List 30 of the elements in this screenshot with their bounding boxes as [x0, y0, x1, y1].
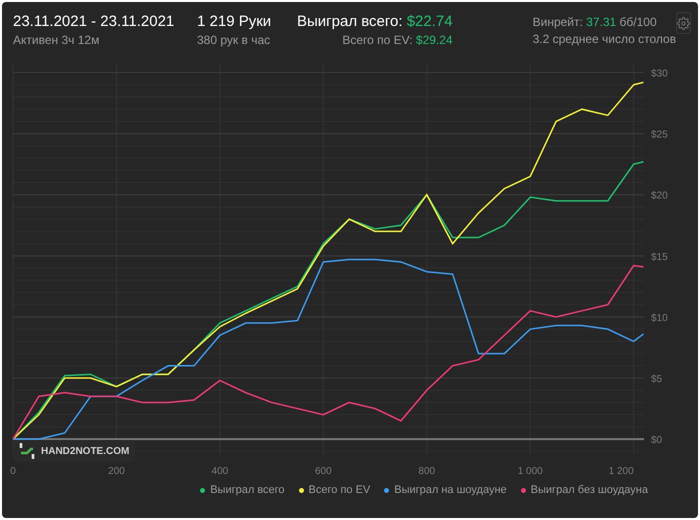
total-won: Выиграл всего: $22.74: [297, 12, 453, 32]
settings-icon: [677, 16, 690, 30]
x-tick-label: 200: [108, 466, 125, 477]
x-tick-label: 1 000: [518, 466, 543, 477]
hands-count: 1 219 Руки: [197, 12, 272, 32]
y-tick-label: $10: [651, 312, 668, 324]
y-tick-label: $30: [651, 68, 668, 80]
legend-label: Выиграл всего: [210, 483, 285, 498]
legend-label: Всего по EV: [308, 483, 370, 498]
average-tables: 3.2 среднее число столов: [532, 31, 676, 48]
active-time: Активен 3ч 12м: [13, 32, 100, 49]
x-tick-label: 1 200: [608, 466, 634, 477]
winrate: Винрейт: 37.31 бб/100: [532, 14, 658, 31]
ev-total: Всего по EV: $29.24: [342, 32, 453, 49]
legend-label: Выиграл без шоудауна: [530, 483, 648, 498]
y-tick-label: $15: [651, 252, 668, 263]
y-tick-label: $20: [651, 190, 668, 202]
date-range: 23.11.2021 - 23.11.2021: [13, 12, 176, 32]
y-tick-label: $0: [651, 435, 662, 446]
logo-icon: [19, 442, 35, 460]
x-tick-label: 0: [10, 466, 16, 477]
settings-button[interactable]: [676, 12, 692, 34]
x-tick-label: 400: [212, 466, 228, 477]
y-tick-label: $5: [651, 374, 662, 386]
x-tick-label: 600: [314, 466, 332, 477]
logo-text: HAND2NOTE.COM: [41, 444, 130, 458]
legend-label: Выиграл на шоудауне: [394, 483, 507, 498]
hands-per-hour: 380 рук в час: [197, 32, 272, 49]
y-tick-label: $25: [651, 130, 668, 141]
x-tick-label: 800: [418, 466, 436, 477]
